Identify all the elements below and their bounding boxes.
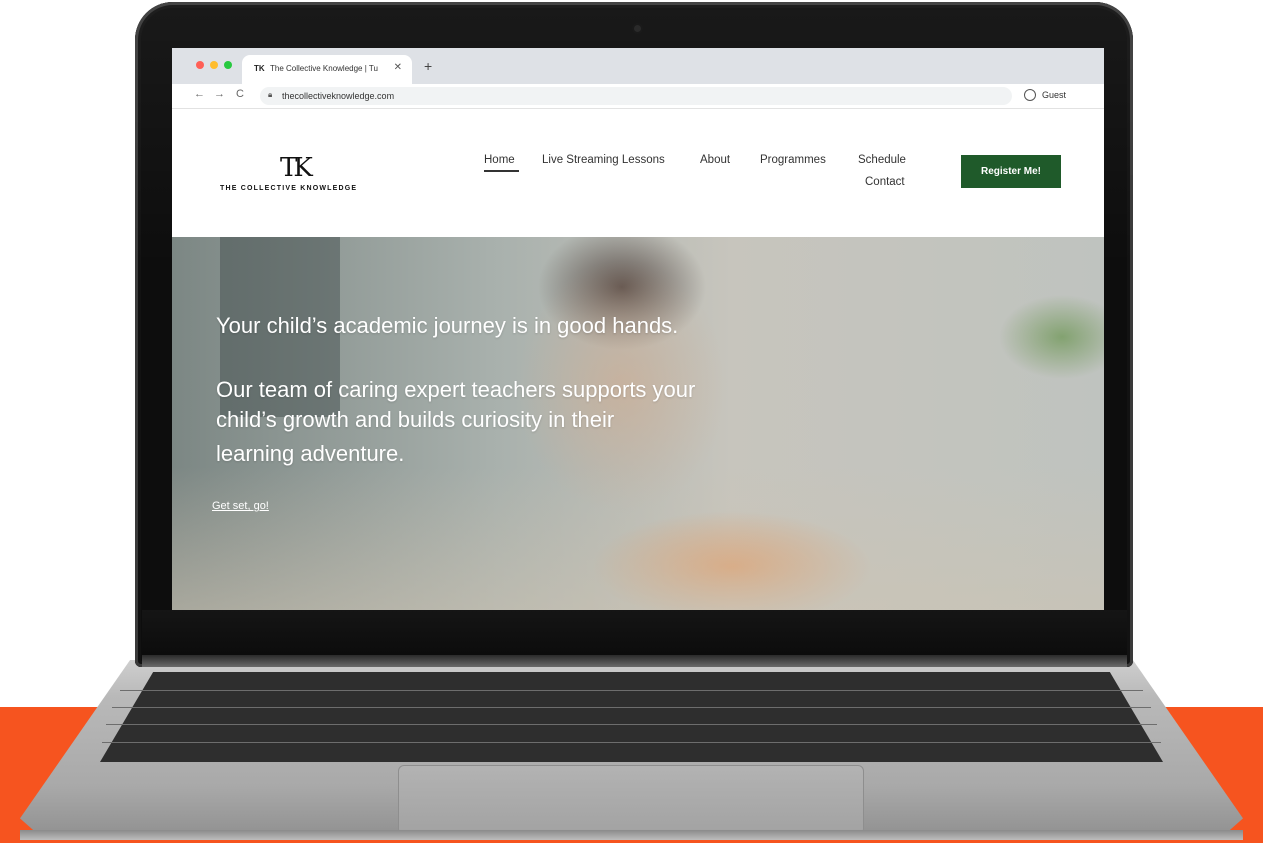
hero-section: Your child’s academic journey is in good… <box>172 237 1104 610</box>
hero-subline-1: Our team of caring expert teachers suppo… <box>216 377 696 402</box>
site-header: TK THE COLLECTIVE KNOWLEDGE Home Live St… <box>172 109 1104 237</box>
hero-subline-3: learning adventure. <box>216 441 405 466</box>
window-maximize-icon[interactable] <box>224 61 232 69</box>
logo-text[interactable]: THE COLLECTIVE KNOWLEDGE <box>220 185 357 192</box>
lock-icon: 🔒︎ <box>268 90 273 99</box>
favicon-icon: TK <box>254 64 265 73</box>
nav-active-underline <box>484 170 519 172</box>
laptop-screen: TK The Collective Knowledge | Tu ✕ + ← →… <box>172 48 1104 610</box>
window-close-icon[interactable] <box>196 61 204 69</box>
new-tab-icon[interactable]: + <box>424 58 432 74</box>
key-row-divider <box>112 707 1151 708</box>
keyboard <box>100 672 1163 762</box>
forward-icon[interactable]: → <box>214 88 225 100</box>
nav-programmes[interactable]: Programmes <box>760 154 826 166</box>
address-bar[interactable]: 🔒︎ thecollectiveknowledge.com <box>260 87 1012 105</box>
nav-about[interactable]: About <box>700 154 730 166</box>
browser-tab[interactable]: TK The Collective Knowledge | Tu ✕ <box>242 55 412 84</box>
reload-icon[interactable]: C <box>236 88 244 100</box>
profile-label[interactable]: Guest <box>1042 90 1066 100</box>
nav-schedule[interactable]: Schedule <box>858 154 906 166</box>
register-button[interactable]: Register Me! <box>961 155 1061 188</box>
url-text: thecollectiveknowledge.com <box>282 91 395 101</box>
laptop-front-lip <box>20 830 1243 840</box>
hero-headline: Your child’s academic journey is in good… <box>216 313 679 338</box>
browser-toolbar: ← → C 🔒︎ thecollectiveknowledge.com Gues… <box>172 84 1104 109</box>
laptop-hinge <box>142 655 1127 667</box>
nav-contact[interactable]: Contact <box>865 176 905 188</box>
nav-live-streaming-lessons[interactable]: Live Streaming Lessons <box>542 154 665 166</box>
key-row-divider <box>102 742 1161 743</box>
key-row-divider <box>120 690 1143 691</box>
window-minimize-icon[interactable] <box>210 61 218 69</box>
hero-subline-2: child’s growth and builds curiosity in t… <box>216 407 615 432</box>
nav-home[interactable]: Home <box>484 154 515 166</box>
webcam-icon <box>634 25 641 32</box>
hero-background-sill <box>172 467 1104 610</box>
profile-icon[interactable] <box>1024 89 1036 101</box>
key-row-divider <box>106 724 1157 725</box>
get-set-go-link[interactable]: Get set, go! <box>212 500 269 512</box>
tab-title: The Collective Knowledge | Tu <box>270 64 378 73</box>
back-icon[interactable]: ← <box>194 88 205 100</box>
tab-close-icon[interactable]: ✕ <box>394 62 402 73</box>
logo-mark[interactable]: TK <box>280 153 313 183</box>
bezel-bottom <box>142 610 1127 660</box>
browser-tab-bar: TK The Collective Knowledge | Tu ✕ + <box>172 48 1104 84</box>
trackpad <box>398 765 864 835</box>
